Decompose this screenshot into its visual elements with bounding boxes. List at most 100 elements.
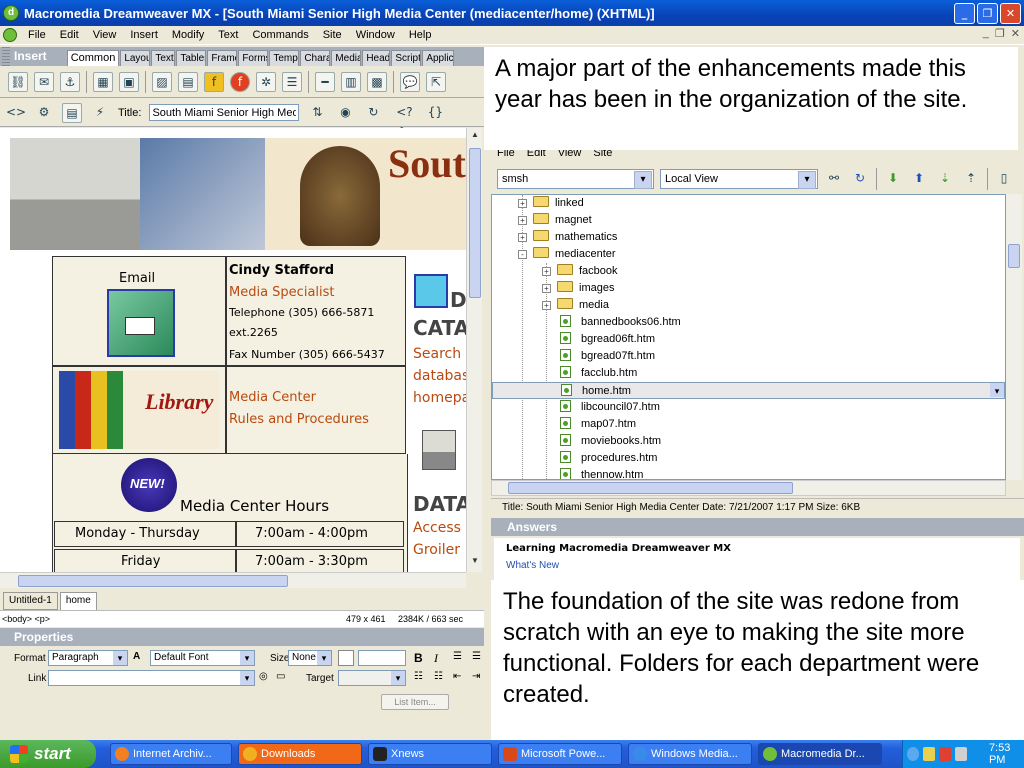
fireworks-html-icon[interactable]: f (204, 71, 224, 92)
design-view-icon[interactable]: ▤ (62, 102, 82, 123)
menu-text[interactable]: Text (211, 29, 245, 41)
view-select[interactable]: Local View (660, 169, 818, 189)
rules-link[interactable]: Rules and Procedures (229, 412, 369, 427)
browse-folder-icon[interactable]: ▭ (276, 671, 285, 682)
split-view-icon[interactable]: ⚙ (34, 103, 54, 123)
file-tree[interactable]: + linked + magnet + mathematics - mediacente… (491, 194, 1006, 480)
clock[interactable]: 7:53 PM (989, 742, 1024, 766)
minimize-button[interactable]: _ (954, 3, 975, 24)
expand-panel-icon[interactable]: ▯ (994, 169, 1014, 189)
side-link[interactable]: Search (413, 346, 461, 362)
files-vertical-scrollbar[interactable] (1006, 194, 1022, 480)
properties-header[interactable]: Properties (0, 628, 484, 646)
tree-file[interactable]: bannedbooks06.htm (560, 314, 681, 331)
design-view[interactable]: Sout Email Cindy Stafford Media Speciali… (0, 128, 466, 572)
code-navigation-icon[interactable]: {} (425, 103, 445, 123)
tree-folder[interactable]: + images (542, 280, 614, 297)
expand-toggle[interactable]: + (542, 267, 551, 276)
close-button[interactable]: ✕ (1000, 3, 1021, 24)
side-link[interactable]: Groiler (413, 542, 460, 558)
file-management-icon[interactable]: ⇅ (307, 103, 327, 123)
get-file-icon[interactable]: ⬇ (883, 169, 903, 189)
date-icon[interactable]: ▥ (341, 71, 361, 92)
insert-tab-frames[interactable]: Frames (207, 50, 238, 66)
expand-toggle[interactable]: + (518, 233, 527, 242)
tag-selector[interactable]: <body> <p> (0, 614, 50, 624)
taskbar-item[interactable]: Windows Media... (628, 743, 752, 765)
font-select[interactable]: Default Font (150, 650, 255, 666)
point-to-file-icon[interactable]: ◎ (259, 671, 268, 682)
refresh-icon[interactable]: ↻ (850, 169, 870, 189)
taskbar-item[interactable]: Macromedia Dr... (758, 743, 882, 765)
font-icon[interactable]: A (133, 651, 140, 662)
menu-file[interactable]: File (21, 29, 53, 41)
list-item-button[interactable]: List Item... (381, 694, 449, 710)
hyperlink-icon[interactable]: ⛓ (8, 71, 28, 92)
flash-icon[interactable]: f (230, 71, 250, 92)
insert-tab-forms[interactable]: Forms (238, 50, 269, 66)
insert-tab-layout[interactable]: Layout (120, 50, 151, 66)
insert-tab-media[interactable]: Media (331, 50, 362, 66)
image-icon[interactable]: ▨ (152, 71, 172, 92)
window-size[interactable]: 479 x 461 (346, 614, 386, 624)
collapse-toggle[interactable]: - (518, 250, 527, 259)
link-input[interactable] (48, 670, 255, 686)
rollover-icon[interactable]: ✲ (256, 71, 276, 92)
tray-icon[interactable] (922, 747, 935, 761)
insert-tab-common[interactable]: Common (66, 50, 120, 66)
maximize-button[interactable]: ❐ (977, 3, 998, 24)
tree-file[interactable]: moviebooks.htm (560, 433, 661, 450)
check-out-icon[interactable]: ⇣ (935, 169, 955, 189)
tree-file[interactable]: bgread07ft.htm (560, 348, 655, 365)
outdent-icon[interactable]: ⇤ (453, 671, 461, 682)
refresh-icon[interactable]: ↻ (363, 103, 383, 123)
tag-chooser-icon[interactable]: ⇱ (426, 71, 446, 92)
tree-folder[interactable]: + magnet (518, 212, 592, 229)
unordered-list-icon[interactable]: ☷ (414, 671, 423, 682)
volume-icon[interactable] (954, 747, 967, 761)
put-file-icon[interactable]: ⬆ (909, 169, 929, 189)
scroll-thumb[interactable] (469, 148, 481, 298)
dreamweaver-app-icon[interactable]: d (3, 5, 19, 21)
menu-window[interactable]: Window (349, 29, 402, 41)
expand-toggle[interactable]: + (542, 301, 551, 310)
insert-tab-templates[interactable]: Templates (269, 50, 300, 66)
tree-file[interactable]: libcouncil07.htm (560, 399, 660, 416)
horizontal-rule-icon[interactable]: ━ (315, 71, 335, 92)
doc-restore-button[interactable]: ❐ (995, 27, 1005, 40)
align-left-icon[interactable]: ☰ (453, 651, 462, 662)
live-data-icon[interactable]: ⚡ (90, 103, 110, 123)
scroll-thumb[interactable] (508, 482, 793, 494)
tree-file[interactable]: procedures.htm (560, 450, 657, 467)
table-icon[interactable]: ▦ (93, 71, 113, 92)
tabular-data-icon[interactable]: ▩ (367, 71, 387, 92)
scroll-down-arrow[interactable]: ▼ (469, 556, 481, 570)
tree-file[interactable]: map07.htm (560, 416, 636, 433)
connect-icon[interactable]: ⚯ (824, 169, 844, 189)
tree-file[interactable]: bgread06ft.htm (560, 331, 655, 348)
code-view-icon[interactable]: <> (6, 103, 26, 123)
contact-role[interactable]: Media Specialist (229, 285, 335, 300)
taskbar-item[interactable]: Xnews (368, 743, 492, 765)
tree-folder[interactable]: + linked (518, 195, 584, 212)
bold-button[interactable]: B (414, 651, 423, 665)
files-horizontal-scrollbar[interactable] (491, 480, 1006, 496)
preview-browser-icon[interactable]: ◉ (335, 103, 355, 123)
italic-button[interactable]: I (434, 651, 438, 666)
side-link[interactable]: homepa (413, 390, 466, 406)
scroll-thumb[interactable] (1008, 244, 1020, 268)
tree-folder[interactable]: - mediacenter (518, 246, 616, 263)
taskbar-item[interactable]: Internet Archiv... (110, 743, 232, 765)
menu-insert[interactable]: Insert (123, 29, 165, 41)
answers-header[interactable]: Answers (491, 518, 1024, 536)
menu-edit[interactable]: Edit (53, 29, 86, 41)
media-center-link[interactable]: Media Center (229, 390, 316, 405)
design-horizontal-scrollbar[interactable] (0, 572, 466, 588)
layer-icon[interactable]: ▣ (119, 71, 139, 92)
insert-tab-head[interactable]: Head (362, 50, 391, 66)
tree-file-selected[interactable]: home.htm (492, 382, 1005, 399)
page-title-input[interactable] (149, 104, 300, 121)
catalog-book-icon[interactable] (414, 274, 448, 308)
tree-folder[interactable]: + mathematics (518, 229, 617, 246)
scroll-thumb[interactable] (18, 575, 288, 587)
